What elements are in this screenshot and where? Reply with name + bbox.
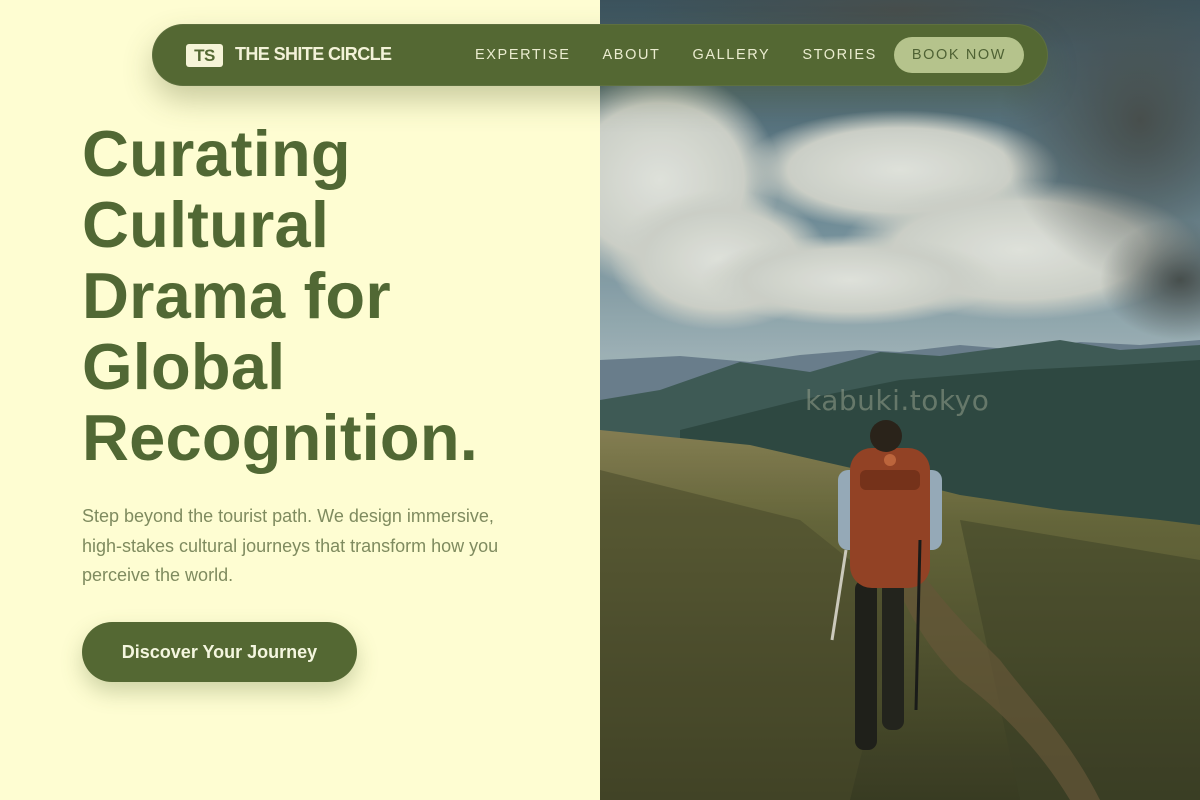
logo-badge[interactable]: TS (186, 44, 223, 67)
headline-line: Drama for (82, 259, 391, 332)
hero-headline: Curating Cultural Drama for Global Recog… (82, 118, 582, 473)
nav-link-stories[interactable]: STORIES (802, 47, 877, 63)
nav-link-about[interactable]: ABOUT (603, 47, 661, 63)
image-watermark: kabuki.tokyo (805, 384, 990, 417)
headline-line: Cultural (82, 188, 330, 261)
headline-line: Curating (82, 117, 351, 190)
nav-link-expertise[interactable]: EXPERTISE (475, 47, 571, 63)
discover-journey-button[interactable]: Discover Your Journey (82, 622, 357, 682)
nav-links: EXPERTISE ABOUT GALLERY STORIES (475, 47, 877, 63)
nav-link-gallery[interactable]: GALLERY (692, 47, 770, 63)
hero-subtext: Step beyond the tourist path. We design … (82, 506, 499, 585)
top-nav-bar: TS THE SHITE CIRCLE EXPERTISE ABOUT GALL… (152, 24, 1048, 86)
headline-line: Global (82, 330, 286, 403)
hero-text-panel: Curating Cultural Drama for Global Recog… (0, 0, 600, 800)
book-now-button[interactable]: BOOK NOW (894, 37, 1024, 73)
headline-line: Recognition. (82, 401, 478, 474)
brand-name[interactable]: THE SHITE CIRCLE (235, 44, 392, 65)
